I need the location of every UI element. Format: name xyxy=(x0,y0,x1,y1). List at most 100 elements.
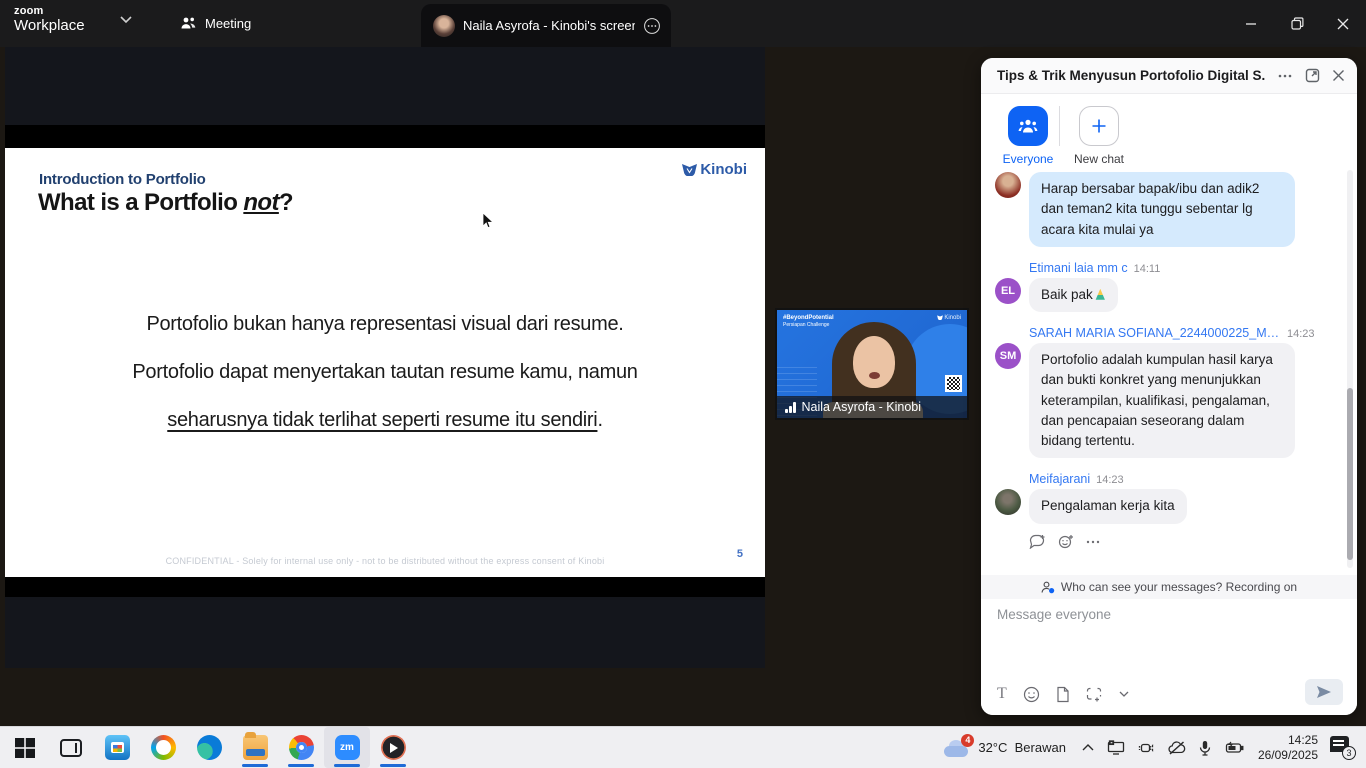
zoom-app-icon[interactable]: zm xyxy=(324,727,370,768)
slide-footer-confidential: CONFIDENTIAL - Solely for internal use o… xyxy=(5,556,765,566)
message-time: 14:23 xyxy=(1096,474,1124,486)
chat-message: Pengalaman kerja kita xyxy=(995,489,1335,523)
more-actions-icon[interactable] xyxy=(1086,540,1100,544)
minimize-button[interactable] xyxy=(1228,0,1274,47)
tab-meeting-label: Meeting xyxy=(205,16,251,31)
message-input[interactable]: Message everyone xyxy=(997,607,1111,622)
restore-button[interactable] xyxy=(1274,0,1320,47)
speaker-mouth xyxy=(869,372,880,379)
slide-title: What is a Portfolio not? xyxy=(38,189,293,217)
tab-screen-share-label: Naila Asyrofa - Kinobi's screen xyxy=(463,18,635,33)
slide-body-line3: seharusnya tidak terlihat seperti resume… xyxy=(167,409,597,431)
tab-new-chat[interactable]: New chat xyxy=(1068,106,1130,166)
chat-message: Harap bersabar bapak/ibu dan adik2 dan t… xyxy=(995,172,1335,247)
people-icon xyxy=(180,16,197,31)
chat-scrollbar-thumb[interactable] xyxy=(1347,388,1353,560)
hidden-icons-chevron[interactable] xyxy=(1082,744,1094,751)
file-explorer-icon[interactable] xyxy=(232,727,278,768)
tray-icons xyxy=(1082,740,1244,756)
weather-alert-badge: 4 xyxy=(961,734,974,747)
notification-center-icon[interactable]: 3 xyxy=(1330,736,1356,760)
video-overlay-logo: Kinobi xyxy=(937,315,961,321)
composer-options-chevron-icon[interactable] xyxy=(1119,691,1129,697)
microphone-tray-icon[interactable] xyxy=(1199,740,1211,756)
avatar[interactable]: SM xyxy=(995,343,1021,369)
chat-message-list[interactable]: Harap bersabar bapak/ibu dan adik2 dan t… xyxy=(981,166,1357,571)
letterbox-top xyxy=(5,125,765,148)
chat-panel: Tips & Trik Menyusun Portofolio Digital … xyxy=(981,58,1357,715)
message-bubble[interactable]: Pengalaman kerja kita xyxy=(1029,489,1187,523)
connection-signal-icon xyxy=(785,402,796,413)
speaker-name-label: Naila Asyrofa - Kinobi xyxy=(802,400,922,414)
privacy-notice-text: Who can see your messages? Recording on xyxy=(1061,580,1297,594)
privacy-notice[interactable]: Who can see your messages? Recording on xyxy=(981,575,1357,599)
sender-name[interactable]: Etimani laia mm c xyxy=(1029,261,1128,275)
message-time: 14:23 xyxy=(1287,328,1315,340)
add-reaction-icon[interactable] xyxy=(1058,534,1074,550)
sender-name[interactable]: Meifajarani xyxy=(1029,472,1090,486)
notification-count-badge: 3 xyxy=(1342,746,1356,760)
meeting-main-area: Introduction to Portfolio What is a Port… xyxy=(0,47,1366,726)
start-button[interactable] xyxy=(2,727,48,768)
shared-screen-viewport: Introduction to Portfolio What is a Port… xyxy=(5,47,765,668)
slide-body-line2: Portofolio dapat menyertakan tautan resu… xyxy=(132,361,637,383)
cloud-offline-icon[interactable] xyxy=(1168,741,1186,755)
message-meta: SARAH MARIA SOFIANA_2244000225_MM EK... … xyxy=(1029,326,1335,340)
copilot-icon[interactable] xyxy=(140,727,186,768)
message-bubble[interactable]: Portofolio adalah kumpulan hasil karya d… xyxy=(1029,343,1295,458)
chat-message: EL Baik pak xyxy=(995,278,1335,312)
avatar[interactable] xyxy=(995,489,1021,515)
everyone-people-icon xyxy=(1008,106,1048,146)
chat-more-icon[interactable] xyxy=(1277,68,1293,84)
slide-eyebrow: Introduction to Portfolio xyxy=(39,171,206,188)
zoom-workplace-window: zoom Workplace Meeting Naila Asyrofa - K… xyxy=(0,0,1366,768)
zoom-workplace-logo[interactable]: zoom Workplace xyxy=(14,5,85,34)
send-button[interactable] xyxy=(1305,679,1343,705)
kinobi-logo-text: Kinobi xyxy=(700,161,747,178)
message-bubble[interactable]: Baik pak xyxy=(1029,278,1118,312)
media-player-icon[interactable] xyxy=(370,727,416,768)
slide-body-line1: Portofolio bukan hanya representasi visu… xyxy=(146,313,623,335)
avatar[interactable] xyxy=(995,172,1021,198)
battery-charging-icon[interactable] xyxy=(1224,741,1244,754)
kinobi-logo: Kinobi xyxy=(682,161,747,178)
chat-scrollbar[interactable] xyxy=(1347,170,1353,568)
format-text-icon[interactable]: T xyxy=(997,685,1007,703)
cast-display-icon[interactable] xyxy=(1107,740,1125,755)
weather-widget[interactable]: 4 32°C Berawan xyxy=(944,739,1066,757)
chevron-down-icon[interactable] xyxy=(120,16,132,24)
sender-name[interactable]: SARAH MARIA SOFIANA_2244000225_MM EK... xyxy=(1029,326,1281,340)
message-time: 14:11 xyxy=(1134,263,1161,275)
title-bar: zoom Workplace Meeting Naila Asyrofa - K… xyxy=(0,0,1366,47)
tab-meeting[interactable]: Meeting xyxy=(170,8,261,39)
chrome-icon[interactable] xyxy=(278,727,324,768)
avatar[interactable]: EL xyxy=(995,278,1021,304)
tab-options-icon[interactable] xyxy=(643,17,661,35)
edge-icon[interactable] xyxy=(186,727,232,768)
microsoft-store-icon[interactable] xyxy=(94,727,140,768)
screenshot-icon[interactable] xyxy=(1086,687,1103,702)
pop-out-icon[interactable] xyxy=(1305,68,1320,83)
emoji-icon[interactable] xyxy=(1023,686,1040,703)
message-bubble[interactable]: Harap bersabar bapak/ibu dan adik2 dan t… xyxy=(1029,172,1295,247)
message-meta: Meifajarani 14:23 xyxy=(1029,472,1335,486)
close-chat-icon[interactable] xyxy=(1332,69,1345,82)
speaker-face xyxy=(853,336,895,388)
presentation-slide: Introduction to Portfolio What is a Port… xyxy=(5,148,765,577)
speaker-video-thumbnail[interactable]: #BeyondPotentialPersiapan Challenge Kino… xyxy=(777,310,967,418)
reply-icon[interactable] xyxy=(1029,534,1046,549)
attach-file-icon[interactable] xyxy=(1056,686,1070,703)
tab-screen-share[interactable]: Naila Asyrofa - Kinobi's screen xyxy=(421,4,671,47)
camera-tray-icon[interactable] xyxy=(1138,741,1155,755)
message-actions xyxy=(1029,534,1335,550)
logo-workplace-text: Workplace xyxy=(14,17,85,34)
task-view-button[interactable] xyxy=(48,727,94,768)
tab-everyone[interactable]: Everyone xyxy=(997,106,1059,166)
participant-avatar xyxy=(433,15,455,37)
weather-cloud-icon: 4 xyxy=(944,739,970,757)
clock-widget[interactable]: 14:25 26/09/2025 xyxy=(1258,733,1318,763)
tab-everyone-label: Everyone xyxy=(1003,152,1054,166)
letterbox-bottom xyxy=(5,577,765,597)
close-window-button[interactable] xyxy=(1320,0,1366,47)
kinobi-logo-icon xyxy=(682,163,697,176)
